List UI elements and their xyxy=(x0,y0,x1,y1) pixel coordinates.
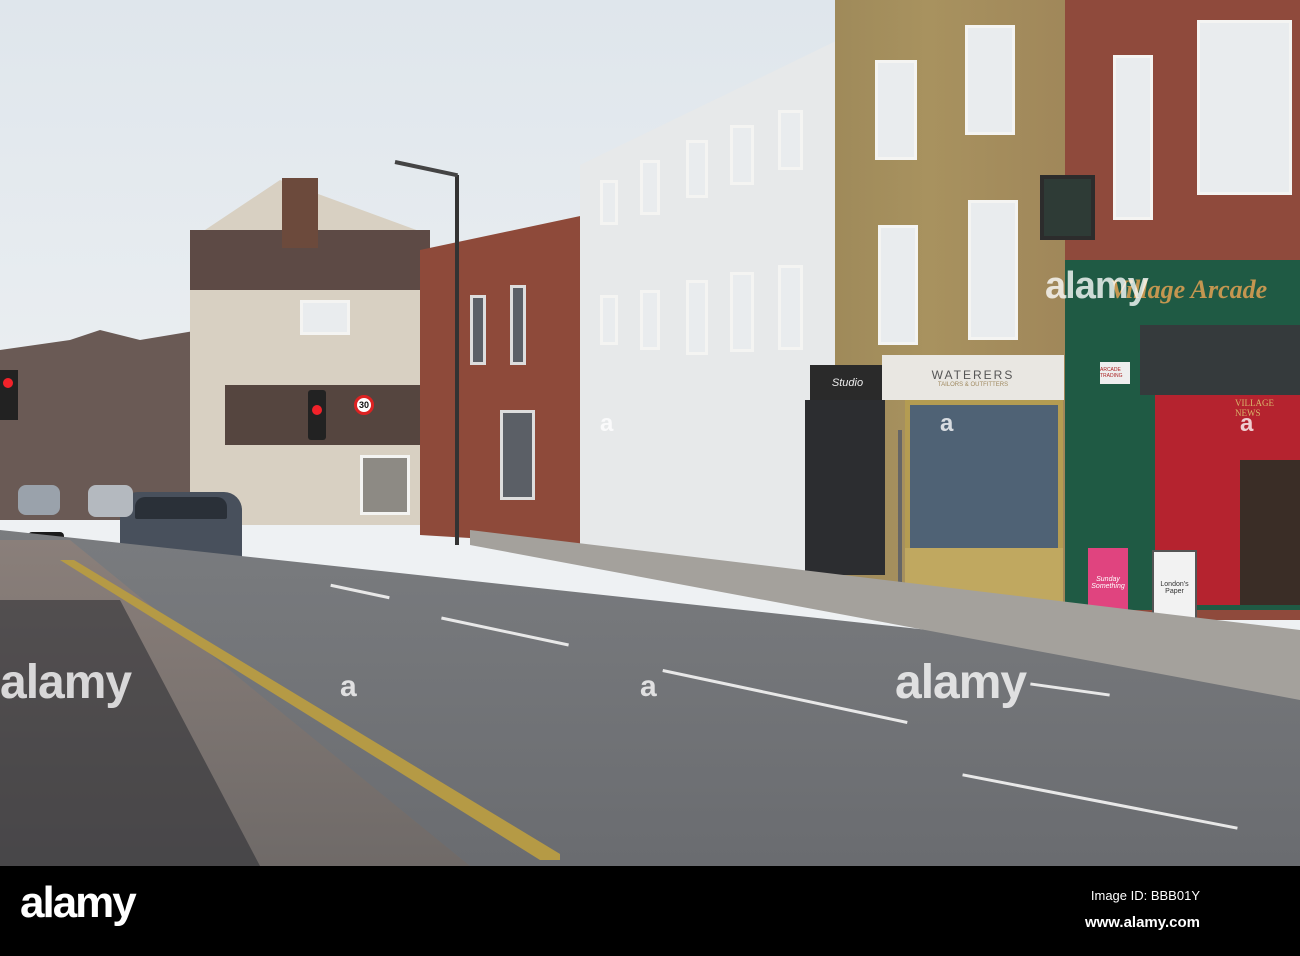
watermark-small: a xyxy=(600,410,613,437)
car-far xyxy=(18,485,60,515)
shop-doorway xyxy=(1240,460,1300,605)
footer-bar: alamy Image ID: BBB01Y www.alamy.com xyxy=(0,866,1300,956)
window xyxy=(878,225,918,345)
watermark: alamy xyxy=(0,656,132,709)
watermark-small: a xyxy=(940,410,953,437)
speed-limit-sign: 30 xyxy=(354,395,374,415)
window xyxy=(686,140,708,198)
window xyxy=(875,60,917,160)
street-photo: Studio WATERERS TAILORS & OUTFITTERS Vil… xyxy=(0,0,1300,866)
shop-windows xyxy=(1140,325,1300,395)
watermark: alamy xyxy=(895,656,1027,709)
window xyxy=(640,160,660,215)
window xyxy=(730,125,754,185)
waterers-name: WATERERS xyxy=(931,367,1015,382)
lamp-post xyxy=(455,175,459,545)
red-light xyxy=(312,405,322,415)
window xyxy=(500,410,535,500)
window xyxy=(968,200,1018,340)
window xyxy=(1197,20,1292,195)
window xyxy=(470,295,486,365)
lamp-arm xyxy=(394,160,459,178)
watermark-small: a xyxy=(1240,410,1253,437)
window xyxy=(730,272,754,352)
studio-sign: Studio xyxy=(810,365,885,400)
arcade-trading-sign: ARCADE TRADING xyxy=(1100,362,1130,384)
window xyxy=(640,290,660,350)
window xyxy=(300,300,350,335)
window xyxy=(778,110,803,170)
waterers-subtitle: TAILORS & OUTFITTERS xyxy=(937,381,1009,388)
window xyxy=(965,25,1015,135)
footer-url: www.alamy.com xyxy=(1084,914,1200,931)
watermark: alamy xyxy=(1045,265,1149,307)
clock xyxy=(1040,175,1095,240)
car-far-2 xyxy=(88,485,133,517)
watermark-small: a xyxy=(640,670,657,703)
chimney xyxy=(282,178,318,248)
traffic-light xyxy=(308,390,326,440)
window xyxy=(778,265,803,350)
window xyxy=(686,280,708,355)
window xyxy=(600,180,618,225)
waterers-sign: WATERERS TAILORS & OUTFITTERS xyxy=(882,355,1064,400)
car-window xyxy=(135,497,227,519)
window xyxy=(600,295,618,345)
image-id: Image ID: BBB01Y xyxy=(1090,888,1200,903)
red-light-left xyxy=(3,378,13,388)
studio-front xyxy=(805,400,885,575)
window xyxy=(1113,55,1153,220)
window xyxy=(360,455,410,515)
footer-logo: alamy xyxy=(20,878,137,927)
watermark-small: a xyxy=(340,670,357,703)
window xyxy=(510,285,526,365)
